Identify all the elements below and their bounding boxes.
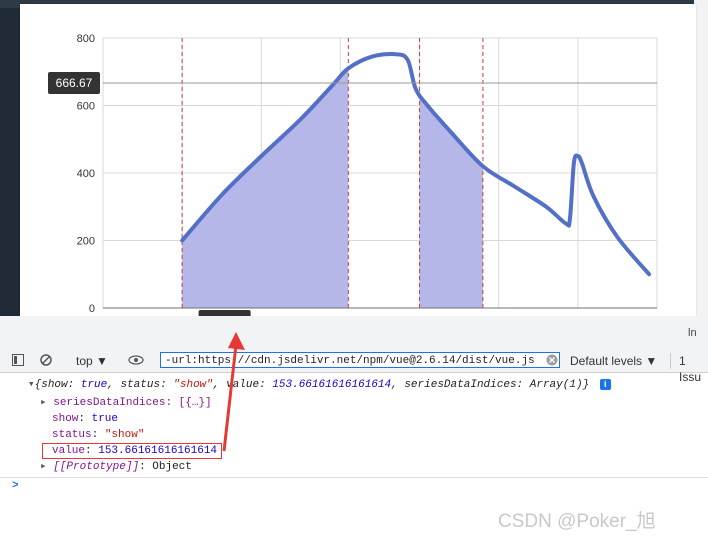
sep: : (91, 429, 105, 441)
y-pointer-label: 666.67 (56, 76, 93, 90)
property-key: [[Prototype]] (53, 461, 140, 473)
property-key: show (52, 413, 79, 425)
sep: : (139, 461, 153, 473)
sep: , (391, 379, 405, 391)
context-selector[interactable]: top ▼ (76, 353, 108, 369)
tab-overflow[interactable]: ln (688, 327, 708, 341)
property-value: Object (152, 461, 192, 473)
page-right-edge (694, 0, 708, 316)
summary-status-key: status (120, 379, 161, 391)
summary-sdi-val: Array(1) (529, 379, 583, 391)
expand-arrow-icon: ▸ (40, 397, 54, 409)
summary-show-val: true (80, 379, 108, 391)
sep: , (212, 379, 227, 391)
expand-arrow-icon: ▾ (28, 379, 35, 391)
prompt-caret: > (12, 480, 19, 492)
y-tick-label: 200 (77, 236, 95, 248)
summary-value-val: 153.66161616161614 (272, 379, 392, 391)
highlight-box (42, 443, 222, 459)
sep: : (259, 379, 273, 391)
summary-sdi-key: seriesDataIndices (404, 379, 517, 391)
clear-filter-icon[interactable] (546, 354, 558, 366)
property-key: status (52, 429, 92, 441)
sep: , (107, 379, 121, 391)
y-tick-label: 0 (89, 303, 95, 315)
y-tick-label: 400 (77, 168, 95, 180)
log-summary-row[interactable]: ▾{show: true, status: "show", value: 153… (28, 377, 611, 393)
line-chart: 80060040020000100200300400500600700666.6… (48, 33, 666, 332)
summary-value-key: value (226, 379, 260, 391)
info-icon[interactable]: i (599, 379, 611, 390)
watermark: CSDN @Poker_旭 (498, 511, 656, 532)
property-value: true (91, 413, 119, 425)
property-value: "show" (104, 429, 145, 441)
expand-arrow-icon: ▸ (40, 461, 54, 473)
brace-close: } (582, 379, 590, 391)
context-label: top (76, 354, 93, 368)
summary-status-val: "show" (173, 379, 213, 391)
sep: : (67, 379, 81, 391)
sep: : (160, 379, 174, 391)
eye-icon[interactable] (128, 355, 144, 365)
chart-panel: 80060040020000100200300400500600700666.6… (20, 4, 696, 341)
y-tick-label: 800 (77, 33, 95, 45)
clear-console-icon[interactable] (40, 354, 52, 366)
devtools-tab-bar: ln (0, 316, 708, 351)
console-toolbar: top ▼ -url:https://cdn.jsdelivr.net/npm/… (0, 350, 708, 384)
sep: : (516, 379, 530, 391)
issues-button[interactable]: 1 Issu (670, 353, 708, 384)
summary-show-key: show (41, 379, 68, 391)
property-row-status: status: "show" (52, 427, 144, 443)
property-row-prototype[interactable]: ▸ [[Prototype]]: Object (40, 459, 192, 475)
log-levels-dropdown[interactable]: Default levels ▼ (570, 353, 657, 369)
y-tick-label: 600 (77, 101, 95, 113)
log-levels-label: Default levels (570, 354, 643, 368)
console-prompt[interactable]: > (0, 477, 708, 498)
shaded-area (419, 94, 483, 308)
filter-input[interactable]: -url:https://cdn.jsdelivr.net/npm/vue@2.… (160, 352, 560, 368)
shaded-area (182, 68, 349, 308)
sep: : (78, 413, 92, 425)
property-row-show: show: true (52, 411, 118, 427)
property-seriesDataIndices: seriesDataIndices: [{…}] (53, 397, 212, 409)
property-row-seriesDataIndices[interactable]: ▸ seriesDataIndices: [{…}] (40, 395, 212, 411)
ide-left-strip (0, 8, 20, 316)
sidebar-toggle-icon[interactable] (12, 354, 24, 366)
